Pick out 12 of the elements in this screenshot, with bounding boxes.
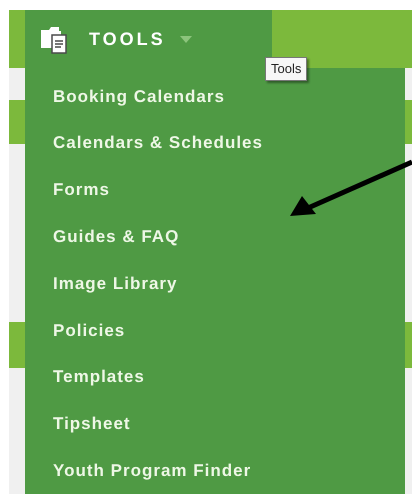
tools-menu-button[interactable]: TOOLS xyxy=(25,10,272,68)
menu-item[interactable]: Booking Calendars xyxy=(25,73,225,120)
tooltip: Tools xyxy=(265,57,308,80)
menu-item[interactable]: Image Library xyxy=(25,260,178,307)
menu-item[interactable]: Tipsheet xyxy=(25,400,131,448)
menu-item[interactable]: Calendars & Schedules xyxy=(25,120,263,167)
menu-item[interactable]: Templates xyxy=(25,354,145,400)
caret-icon xyxy=(180,36,192,42)
menu-item[interactable]: Policies xyxy=(25,306,126,354)
menu-item[interactable]: Guides & FAQ xyxy=(25,213,180,260)
menu-item[interactable]: Forms xyxy=(25,166,110,214)
menu-item[interactable]: Youth Program Finder xyxy=(25,447,252,494)
